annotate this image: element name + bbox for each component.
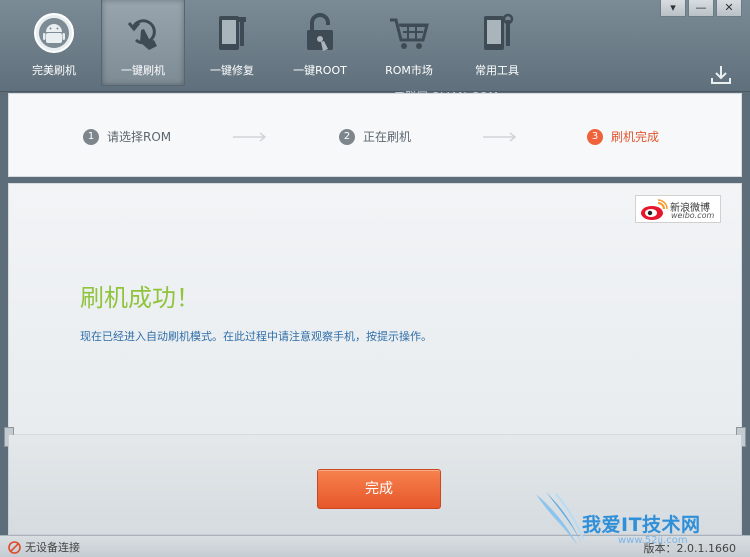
- top-toolbar: 完美刷机 一键刷机 一键修复 一键ROOT ROM市场 常用工具 ▾ — ✕: [0, 0, 750, 103]
- unlock-icon: [299, 12, 341, 54]
- nav-item-perfect-flash[interactable]: 完美刷机: [12, 0, 96, 86]
- watermark-cn: 我爱IT技术网: [582, 514, 701, 536]
- step-label: 刷机完成: [611, 130, 660, 144]
- nav-label: 完美刷机: [32, 64, 76, 77]
- minimize-button[interactable]: —: [688, 0, 714, 17]
- progress-steps: 1 请选择ROM 2 正在刷机 3 刷机完成: [8, 93, 742, 177]
- phone-repair-icon: [211, 12, 253, 54]
- step-flashing: 2 正在刷机: [339, 128, 411, 145]
- window-controls: ▾ — ✕: [658, 0, 742, 17]
- step-number: 3: [587, 128, 603, 145]
- flash-tap-icon: [123, 12, 165, 54]
- nav-label: ROM市场: [385, 64, 433, 77]
- nav-label: 一键ROOT: [293, 64, 347, 77]
- close-button[interactable]: ✕: [716, 0, 742, 17]
- weibo-share-button[interactable]: 新浪微博 weibo.com: [635, 195, 721, 223]
- cart-icon: [388, 12, 430, 54]
- success-title: 刷机成功！: [80, 284, 200, 312]
- nav-item-one-click-flash[interactable]: 一键刷机: [101, 0, 185, 86]
- step-arrow-icon: [483, 132, 517, 142]
- no-device-icon: [8, 540, 21, 554]
- nav-item-one-click-repair[interactable]: 一键修复: [190, 0, 274, 86]
- weibo-label-en: weibo.com: [671, 211, 715, 220]
- result-panel: 新浪微博 weibo.com 刷机成功！ 现在已经进入自动刷机模式。在此过程中请…: [8, 183, 742, 435]
- step-label: 请选择ROM: [107, 130, 172, 144]
- step-select-rom: 1 请选择ROM: [83, 128, 171, 145]
- device-status: 无设备连接: [8, 539, 80, 555]
- android-icon: [33, 12, 75, 54]
- nav-label: 常用工具: [475, 64, 519, 77]
- step-flash-complete: 3 刷机完成: [587, 128, 659, 145]
- weibo-icon: [641, 199, 668, 220]
- step-number: 2: [339, 128, 355, 145]
- nav-label: 一键修复: [210, 64, 254, 77]
- nav-item-rom-market[interactable]: ROM市场: [367, 0, 451, 86]
- download-icon[interactable]: [710, 64, 732, 86]
- menu-dropdown-button[interactable]: ▾: [660, 0, 686, 17]
- step-number: 1: [83, 128, 99, 145]
- nav-item-common-tools[interactable]: 常用工具: [455, 0, 539, 86]
- step-arrow-icon: [233, 132, 267, 142]
- nav-item-one-click-root[interactable]: 一键ROOT: [278, 0, 362, 86]
- device-status-text: 无设备连接: [25, 541, 80, 554]
- watermark-url: www.52ij.com: [618, 535, 688, 546]
- finish-button[interactable]: 完成: [317, 469, 441, 509]
- success-description: 现在已经进入自动刷机模式。在此过程中请注意观察手机，按提示操作。: [80, 330, 432, 343]
- tools-icon: [476, 12, 518, 54]
- nav-label: 一键刷机: [121, 64, 165, 77]
- site-watermark: 我爱IT技术网 www.52ij.com: [532, 488, 746, 552]
- step-label: 正在刷机: [363, 130, 412, 144]
